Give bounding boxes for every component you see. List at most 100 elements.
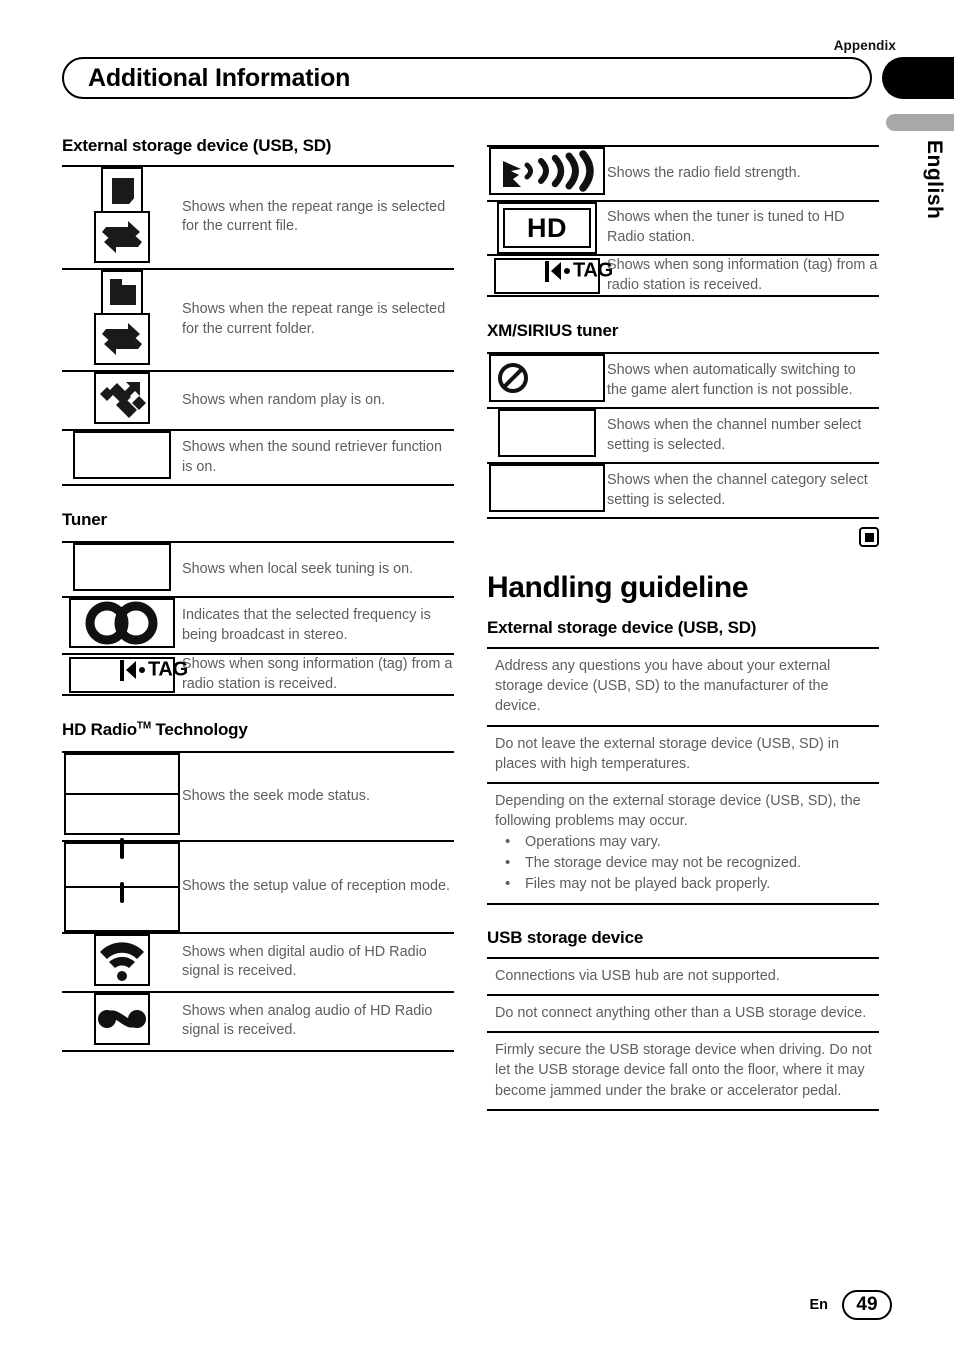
seek-mode-icon-cell bbox=[62, 751, 182, 841]
hd-badge-icon-cell: HD bbox=[487, 200, 607, 255]
table-row: Shows the seek mode status. bbox=[62, 751, 454, 841]
sound-retriever-icon-cell bbox=[62, 429, 182, 487]
random-play-icon bbox=[94, 372, 150, 425]
table-row: Shows when the repeat range is selected … bbox=[62, 267, 454, 372]
tag-icon: TAG bbox=[494, 257, 613, 294]
tag-icon-cell: TAG bbox=[487, 253, 613, 298]
row-description: Shows when the sound retriever function … bbox=[182, 429, 454, 487]
digital-audio-icon bbox=[94, 933, 150, 986]
table-row: Shows when automatically switching to th… bbox=[487, 352, 879, 409]
table-tuner-icons: Shows when local seek tuning is on. Indi… bbox=[62, 541, 454, 697]
tag-dot-icon bbox=[564, 268, 570, 275]
table-row: Do not leave the external storage device… bbox=[487, 724, 879, 783]
page-number-badge: 49 bbox=[842, 1290, 892, 1320]
row-description: Shows when automatically switching to th… bbox=[607, 352, 879, 409]
guideline-text: Connections via USB hub are not supporte… bbox=[487, 956, 879, 996]
guideline-bullet-list: Operations may vary. The storage device … bbox=[495, 831, 875, 895]
hd-radio-heading-main: HD Radio bbox=[62, 720, 137, 740]
row-description: Shows when the repeat range is selected … bbox=[182, 165, 454, 269]
tag-dot-icon bbox=[139, 667, 145, 674]
tag-label: TAG bbox=[148, 658, 188, 681]
handling-guideline-title: Handling guideline bbox=[487, 571, 749, 605]
manual-page: Appendix English Additional Information … bbox=[0, 0, 954, 1352]
table-row: Shows when random play is on. bbox=[62, 370, 454, 431]
gray-tab-marker bbox=[886, 114, 954, 131]
row-description: Shows the setup value of reception mode. bbox=[182, 839, 454, 933]
row-description: Shows when song information (tag) from a… bbox=[607, 253, 879, 298]
hd-badge-icon: HD bbox=[497, 202, 597, 254]
end-of-section-square-icon bbox=[859, 527, 879, 548]
row-description: Shows when the channel category select s… bbox=[607, 462, 879, 520]
table-row: Shows when the channel category select s… bbox=[487, 462, 879, 520]
hd-radio-heading-sup: TM bbox=[136, 720, 151, 732]
stereo-icon bbox=[69, 598, 175, 649]
seek-mode-box-top bbox=[64, 753, 180, 796]
repeat-arrow-glyph bbox=[94, 210, 150, 263]
table-external-storage-icons: Shows when the repeat range is selected … bbox=[62, 165, 454, 487]
table-row: Connections via USB hub are not supporte… bbox=[487, 956, 879, 996]
field-strength-icon bbox=[489, 147, 605, 195]
tag-icon-cell: TAG bbox=[62, 653, 188, 697]
row-description: Shows when analog audio of HD Radio sign… bbox=[182, 990, 454, 1052]
table-xm-sirius-icons: Shows when automatically switching to th… bbox=[487, 352, 879, 520]
table-row: Shows the setup value of reception mode. bbox=[62, 837, 454, 933]
table-handling-external-storage: Address any questions you have about you… bbox=[487, 647, 879, 905]
page-title: Additional Information bbox=[88, 63, 351, 92]
seek-mode-icon bbox=[64, 753, 180, 835]
table-row: Shows when the repeat range is selected … bbox=[62, 165, 454, 269]
guideline-text: Address any questions you have about you… bbox=[487, 647, 879, 726]
row-description: Shows the seek mode status. bbox=[182, 751, 454, 841]
list-item: Operations may vary. bbox=[495, 831, 875, 853]
section-heading-hd-radio: HD RadioTM Technology bbox=[62, 720, 454, 740]
channel-category-icon bbox=[489, 464, 605, 513]
section-heading-tuner: Tuner bbox=[62, 510, 107, 530]
row-description: Shows when random play is on. bbox=[182, 370, 454, 431]
stereo-icon-cell bbox=[62, 596, 182, 655]
repeat-folder-icon bbox=[94, 269, 150, 366]
repeat-file-icon bbox=[94, 167, 150, 263]
local-seek-icon-cell bbox=[62, 541, 182, 598]
list-item: The storage device may not be recognized… bbox=[495, 852, 875, 874]
table-row: Shows the radio field strength. bbox=[487, 145, 879, 201]
table-row: Depending on the external storage device… bbox=[487, 781, 879, 905]
guideline-text: Do not leave the external storage device… bbox=[487, 724, 879, 783]
prohibited-icon bbox=[489, 354, 605, 403]
repeat-file-icon-cell bbox=[62, 165, 182, 269]
row-description: Indicates that the selected frequency is… bbox=[182, 596, 454, 655]
analog-audio-icon-cell bbox=[62, 990, 182, 1052]
hd-badge-label: HD bbox=[527, 212, 567, 243]
hd-radio-heading-tail: Technology bbox=[150, 720, 248, 740]
guideline-text: Do not connect anything other than a USB… bbox=[487, 994, 879, 1033]
prohibited-icon-cell bbox=[487, 352, 607, 409]
guideline-text: Depending on the external storage device… bbox=[495, 792, 861, 830]
channel-number-icon bbox=[498, 409, 596, 458]
list-item: Files may not be played back properly. bbox=[495, 873, 875, 895]
repeat-folder-icon-cell bbox=[62, 267, 182, 372]
table-row: Indicates that the selected frequency is… bbox=[62, 596, 454, 655]
random-play-icon-cell bbox=[62, 370, 182, 431]
section-heading-usb-storage-device: USB storage device bbox=[487, 927, 644, 947]
table-hd-radio-icons: Shows the seek mode status. Shows the se… bbox=[62, 751, 454, 1052]
page-title-banner: Additional Information bbox=[62, 57, 872, 99]
local-seek-icon bbox=[73, 543, 171, 592]
reception-mode-icon bbox=[64, 837, 180, 932]
table-row: Shows when analog audio of HD Radio sign… bbox=[62, 990, 454, 1052]
row-description: Shows when local seek tuning is on. bbox=[182, 541, 454, 598]
sound-retriever-icon bbox=[73, 431, 171, 480]
right-column: Shows the radio field strength. HD Shows… bbox=[487, 136, 879, 1111]
tag-icon: TAG bbox=[69, 656, 188, 693]
row-description: Shows when the channel number select set… bbox=[607, 407, 879, 464]
appendix-label: Appendix bbox=[833, 38, 896, 53]
file-glyph bbox=[101, 167, 143, 213]
table-row: Shows when the channel number select set… bbox=[487, 407, 879, 464]
table-handling-usb-storage: Connections via USB hub are not supporte… bbox=[487, 956, 879, 1111]
row-description: Shows when digital audio of HD Radio sig… bbox=[182, 931, 454, 992]
seek-mode-box-bottom bbox=[64, 792, 180, 835]
row-description: Shows when the tuner is tuned to HD Radi… bbox=[607, 200, 879, 255]
tag-chevron-icon bbox=[551, 262, 561, 281]
field-strength-icon-cell bbox=[487, 145, 607, 201]
reception-box-bottom bbox=[64, 881, 180, 932]
table-row: Address any questions you have about you… bbox=[487, 647, 879, 726]
table-row: TAG Shows when song information (tag) fr… bbox=[487, 253, 879, 298]
table-row: HD Shows when the tuner is tuned to HD R… bbox=[487, 200, 879, 255]
